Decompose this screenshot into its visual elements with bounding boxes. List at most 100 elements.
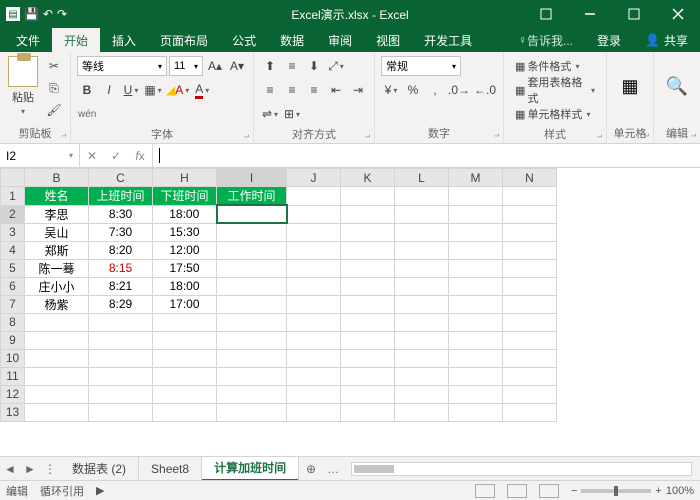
- cell[interactable]: [341, 259, 395, 277]
- cell[interactable]: [395, 385, 449, 403]
- cell[interactable]: [449, 187, 503, 206]
- tab-file[interactable]: 文件: [4, 28, 52, 52]
- formula-input[interactable]: [153, 144, 700, 167]
- cell[interactable]: [153, 385, 217, 403]
- cell[interactable]: [395, 187, 449, 206]
- row-header[interactable]: 2: [1, 205, 25, 223]
- share-button[interactable]: 👤共享: [633, 28, 700, 52]
- cell[interactable]: 庄小小: [25, 277, 89, 295]
- cell[interactable]: [287, 259, 341, 277]
- phonetic-icon[interactable]: wén: [77, 104, 97, 124]
- signin-button[interactable]: 登录: [585, 28, 633, 52]
- cell[interactable]: [395, 367, 449, 385]
- sheet-overflow[interactable]: …: [323, 462, 343, 476]
- cell[interactable]: [217, 367, 287, 385]
- minimize-button[interactable]: [568, 0, 612, 28]
- row-header[interactable]: 1: [1, 187, 25, 206]
- tab-view[interactable]: 视图: [364, 28, 412, 52]
- cell[interactable]: [217, 241, 287, 259]
- cell[interactable]: [395, 295, 449, 313]
- row-header[interactable]: 6: [1, 277, 25, 295]
- cell[interactable]: [503, 187, 557, 206]
- align-center-icon[interactable]: ≡: [282, 80, 302, 100]
- tab-review[interactable]: 审阅: [316, 28, 364, 52]
- cell[interactable]: 15:30: [153, 223, 217, 241]
- cell[interactable]: [287, 277, 341, 295]
- cell[interactable]: [395, 313, 449, 331]
- cell[interactable]: 8:29: [89, 295, 153, 313]
- cell[interactable]: 18:00: [153, 205, 217, 223]
- format-painter-icon[interactable]: 🖌: [44, 100, 64, 120]
- cell[interactable]: [287, 331, 341, 349]
- decrease-decimal-icon[interactable]: ←.0: [473, 80, 497, 100]
- editing-button[interactable]: 🔍: [660, 56, 694, 116]
- cell[interactable]: [395, 331, 449, 349]
- border-button[interactable]: ▦: [143, 80, 163, 100]
- select-all-corner[interactable]: [1, 169, 25, 187]
- cell[interactable]: [89, 349, 153, 367]
- cell[interactable]: [153, 367, 217, 385]
- merge-button[interactable]: ⊞: [282, 104, 302, 124]
- orientation-icon[interactable]: ⤢: [326, 56, 346, 76]
- cell[interactable]: [503, 259, 557, 277]
- view-normal-icon[interactable]: [475, 484, 495, 498]
- align-right-icon[interactable]: ≡: [304, 80, 324, 100]
- fill-color-button[interactable]: ◢A: [165, 80, 190, 100]
- cell[interactable]: [217, 403, 287, 421]
- cell[interactable]: [341, 241, 395, 259]
- qa-undo-icon[interactable]: ↶: [43, 7, 53, 21]
- spreadsheet-grid[interactable]: BCHIJKLMN1姓名上班时间下班时间工作时间2李思8:3018:003吴山7…: [0, 168, 700, 456]
- col-header[interactable]: H: [153, 169, 217, 187]
- sheet-tab[interactable]: 数据表 (2): [60, 457, 139, 481]
- wrap-text-icon[interactable]: ⇌: [260, 104, 280, 124]
- cell[interactable]: [449, 295, 503, 313]
- cell[interactable]: [341, 223, 395, 241]
- cell[interactable]: [503, 403, 557, 421]
- cell[interactable]: [449, 223, 503, 241]
- cell[interactable]: [287, 205, 341, 223]
- table-header-cell[interactable]: 上班时间: [89, 187, 153, 206]
- cell[interactable]: [503, 241, 557, 259]
- horizontal-scrollbar[interactable]: [351, 462, 692, 476]
- zoom-out-button[interactable]: −: [571, 485, 577, 497]
- view-pagebreak-icon[interactable]: [539, 484, 559, 498]
- cell[interactable]: 郑斯: [25, 241, 89, 259]
- cell[interactable]: 8:21: [89, 277, 153, 295]
- cell[interactable]: [503, 367, 557, 385]
- row-header[interactable]: 8: [1, 313, 25, 331]
- cell[interactable]: [449, 403, 503, 421]
- col-header[interactable]: J: [287, 169, 341, 187]
- cut-icon[interactable]: ✂: [44, 56, 64, 76]
- align-left-icon[interactable]: ≡: [260, 80, 280, 100]
- cell[interactable]: [449, 313, 503, 331]
- cell[interactable]: [341, 313, 395, 331]
- comma-icon[interactable]: ,: [425, 80, 445, 100]
- macro-record-icon[interactable]: ▶: [96, 484, 104, 497]
- cell[interactable]: [503, 295, 557, 313]
- add-sheet-button[interactable]: ⊕: [299, 462, 323, 476]
- col-header[interactable]: I: [217, 169, 287, 187]
- cell[interactable]: [25, 331, 89, 349]
- sheet-nav-prev[interactable]: ◄: [0, 462, 20, 476]
- cell[interactable]: [395, 403, 449, 421]
- row-header[interactable]: 12: [1, 385, 25, 403]
- cell[interactable]: [25, 385, 89, 403]
- font-size-select[interactable]: 11▾: [169, 56, 203, 76]
- zoom-in-button[interactable]: +: [655, 485, 661, 497]
- cell[interactable]: [89, 313, 153, 331]
- cell[interactable]: [395, 241, 449, 259]
- cell[interactable]: [217, 223, 287, 241]
- tab-insert[interactable]: 插入: [100, 28, 148, 52]
- zoom-level[interactable]: 100%: [666, 485, 694, 497]
- cell[interactable]: [341, 403, 395, 421]
- tell-me[interactable]: ♀ 告诉我...: [506, 28, 585, 52]
- cell[interactable]: [217, 331, 287, 349]
- col-header[interactable]: M: [449, 169, 503, 187]
- row-header[interactable]: 7: [1, 295, 25, 313]
- italic-button[interactable]: I: [99, 80, 119, 100]
- name-box[interactable]: I2▾: [0, 144, 80, 167]
- cell[interactable]: [217, 349, 287, 367]
- fx-icon[interactable]: fx: [128, 149, 152, 163]
- percent-icon[interactable]: %: [403, 80, 423, 100]
- cell[interactable]: [89, 331, 153, 349]
